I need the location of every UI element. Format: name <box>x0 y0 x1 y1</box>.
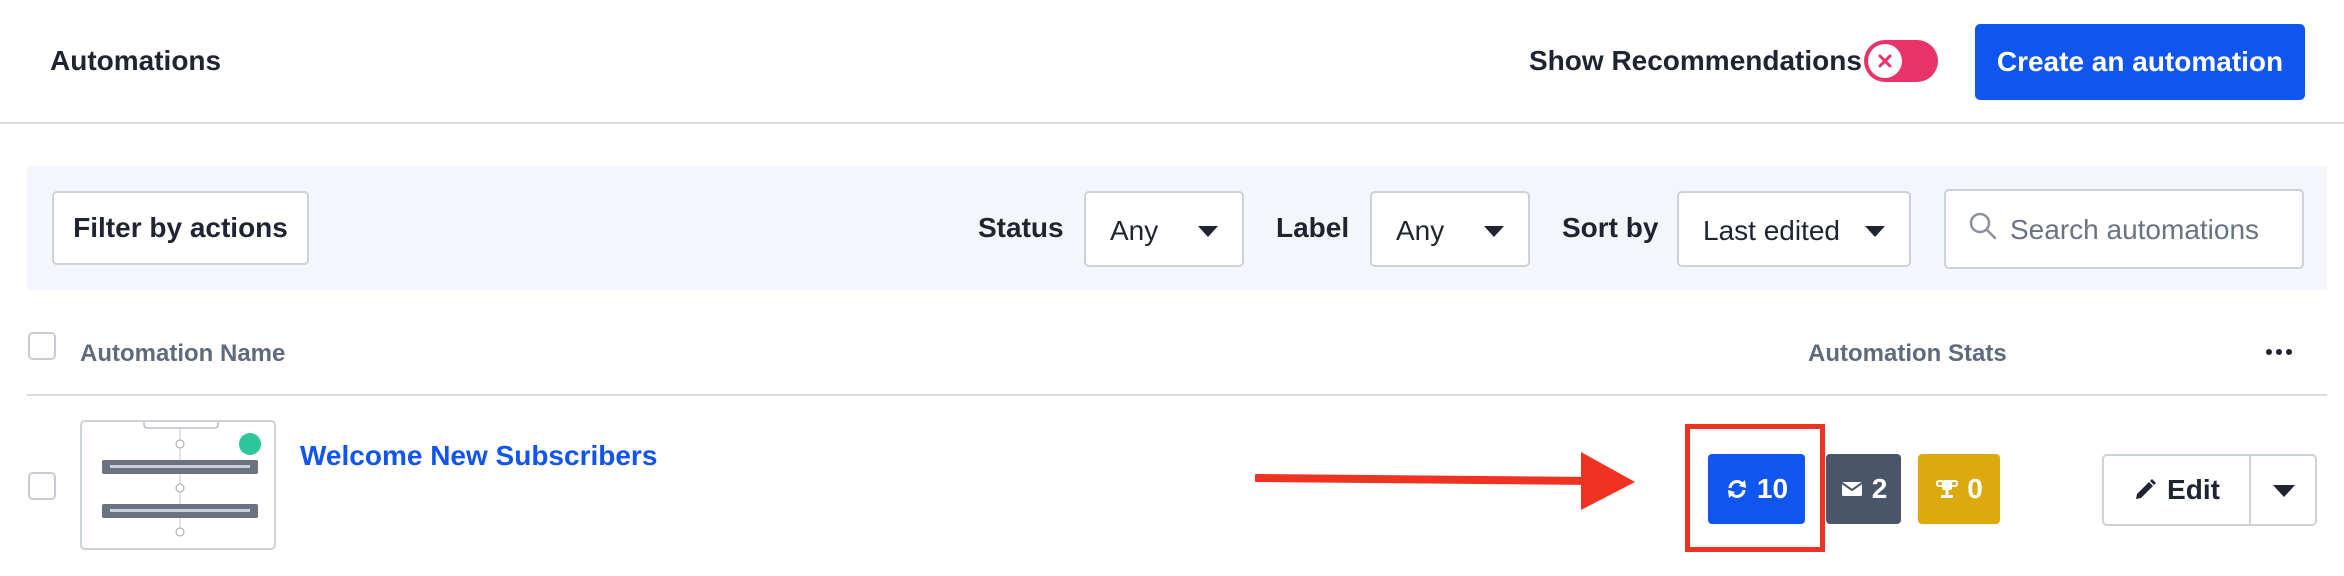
emails-count: 2 <box>1871 473 1888 504</box>
search-icon <box>1969 212 1997 240</box>
envelope-icon <box>1841 482 1863 496</box>
automation-thumbnail[interactable] <box>80 420 276 550</box>
show-recommendations-toggle[interactable] <box>1864 40 1938 82</box>
label-select-value: Any <box>1396 215 1445 246</box>
status-select-value: Any <box>1110 215 1159 246</box>
chevron-down-icon <box>2273 485 2295 497</box>
page-title: Automations <box>50 45 222 76</box>
emails-stat-badge[interactable]: 2 <box>1826 454 1901 524</box>
annotation-arrow <box>1255 452 1635 510</box>
column-header-stats: Automation Stats <box>1808 340 2007 367</box>
trophy-icon <box>1936 480 1959 498</box>
runs-stat-badge[interactable]: 10 <box>1708 454 1805 524</box>
edit-button-group: Edit <box>2102 454 2317 526</box>
pencil-icon <box>2136 479 2157 499</box>
chevron-down-icon <box>1865 226 1885 237</box>
search-box[interactable] <box>1944 189 2304 269</box>
goals-count: 0 <box>1967 473 1983 504</box>
edit-options-dropdown[interactable] <box>2253 456 2315 524</box>
goals-stat-badge[interactable]: 0 <box>1918 454 2000 524</box>
automation-name-link[interactable]: Welcome New Subscribers <box>300 440 657 472</box>
edit-button-label: Edit <box>2167 474 2220 505</box>
runs-count: 10 <box>1756 473 1789 504</box>
refresh-icon <box>1727 480 1746 498</box>
sort-select[interactable]: Last edited <box>1677 191 1911 267</box>
more-options-icon[interactable] <box>2266 342 2296 362</box>
chevron-down-icon <box>1484 226 1504 237</box>
row-checkbox[interactable] <box>28 472 56 500</box>
status-select[interactable]: Any <box>1084 191 1244 267</box>
chevron-down-icon <box>1198 226 1218 237</box>
table-header-divider <box>27 394 2327 396</box>
label-select[interactable]: Any <box>1370 191 1530 267</box>
create-automation-button[interactable]: Create an automation <box>1975 24 2305 100</box>
sort-select-value: Last edited <box>1703 215 1840 246</box>
page-header: Automations Show Recommendations Create … <box>0 0 2344 124</box>
sort-by-label: Sort by <box>1562 212 1659 243</box>
workflow-preview-image <box>102 422 261 537</box>
search-input[interactable] <box>2010 209 2290 251</box>
label-filter-label: Label <box>1276 212 1350 243</box>
status-filter-label: Status <box>978 212 1064 243</box>
column-header-name[interactable]: Automation Name <box>80 340 285 368</box>
filter-by-actions-button[interactable]: Filter by actions <box>52 191 309 265</box>
show-recommendations-label: Show Recommendations <box>1529 45 1862 76</box>
toggle-knob <box>1868 44 1902 78</box>
x-icon <box>1878 54 1892 68</box>
edit-button[interactable]: Edit <box>2104 456 2251 524</box>
select-all-checkbox[interactable] <box>28 332 56 360</box>
